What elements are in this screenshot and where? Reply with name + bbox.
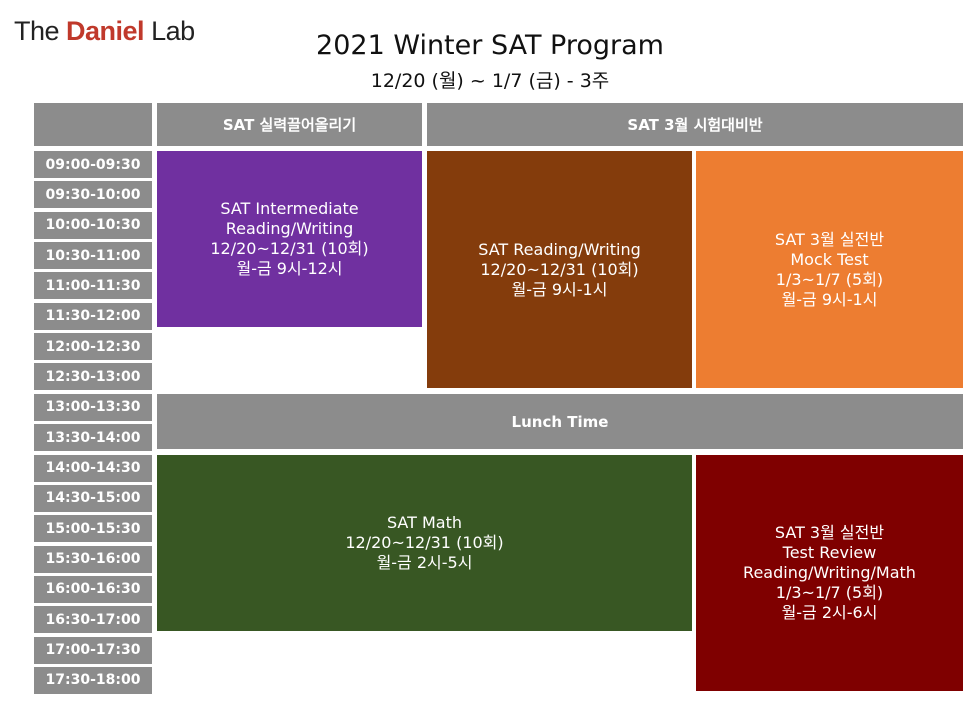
sat-intermediate-block: SAT Intermediate Reading/Writing 12/20~12/…	[157, 151, 422, 327]
block-line: 월-금 2시-6시	[781, 603, 878, 622]
header-march-exam-prep: SAT 3월 시험대비반	[427, 103, 963, 146]
lunch-time-block: Lunch Time	[157, 394, 963, 449]
time-slot: 11:00-11:30	[34, 272, 152, 300]
block-line: SAT Reading/Writing	[478, 239, 641, 259]
block-line: SAT Intermediate	[220, 199, 359, 218]
time-slot: 13:30-14:00	[34, 424, 152, 452]
block-line: Test Review	[782, 543, 877, 562]
block-line: Reading/Writing	[225, 219, 354, 238]
time-slot: 13:00-13:30	[34, 393, 152, 421]
page-title: 2021 Winter SAT Program	[316, 30, 664, 61]
time-slot: 14:00-14:30	[34, 454, 152, 482]
time-slot: 09:30-10:00	[34, 181, 152, 209]
block-line: SAT Math	[386, 513, 463, 532]
block-line: 1/3~1/7 (5회)	[775, 583, 884, 602]
block-line: 월-금 9시-1시	[781, 289, 878, 309]
block-line: 월-금 9시-12시	[236, 259, 343, 278]
block-line: 1/3~1/7 (5회)	[775, 269, 884, 289]
block-line: 월-금 9시-1시	[511, 279, 608, 299]
time-slot: 10:00-10:30	[34, 211, 152, 239]
time-slot: 15:30-16:00	[34, 545, 152, 573]
block-line: SAT 3월 실전반	[774, 229, 885, 249]
block-line: 월-금 2시-5시	[376, 553, 473, 572]
page-subtitle: 12/20 (월) ~ 1/7 (금) - 3주	[370, 70, 610, 92]
block-line: Mock Test	[790, 249, 869, 269]
sat-test-review-block: SAT 3월 실전반 Test Review Reading/Writing/Mat…	[696, 455, 963, 691]
time-slot: 14:30-15:00	[34, 484, 152, 512]
header-blank	[34, 103, 152, 146]
block-line: Lunch Time	[511, 412, 609, 431]
time-slot: 17:30-18:00	[34, 666, 152, 694]
time-slot: 17:00-17:30	[34, 636, 152, 664]
sat-mock-test-block: SAT 3월 실전반 Mock Test 1/3~1/7 (5회) 월-금 9시-1시	[696, 151, 963, 388]
sat-math-block: SAT Math 12/20~12/31 (10회) 월-금 2시-5시	[157, 455, 692, 631]
block-line: Reading/Writing/Math	[743, 563, 916, 582]
time-slot: 10:30-11:00	[34, 242, 152, 270]
sat-reading-writing-block: SAT Reading/Writing 12/20~12/31 (10회) 월-금 …	[427, 151, 692, 388]
block-line: SAT 3월 실전반	[774, 523, 885, 542]
time-slot: 16:30-17:00	[34, 606, 152, 634]
time-slot: 11:30-12:00	[34, 302, 152, 330]
block-line: 12/20~12/31 (10회)	[480, 259, 639, 279]
header-skill-boost: SAT 실력끌어올리기	[157, 103, 422, 146]
time-slot: 09:00-09:30	[34, 151, 152, 178]
block-line: 12/20~12/31 (10회)	[210, 239, 369, 258]
time-slot: 12:30-13:00	[34, 363, 152, 391]
time-slot: 16:00-16:30	[34, 575, 152, 603]
time-slot: 12:00-12:30	[34, 333, 152, 361]
time-slot: 15:00-15:30	[34, 515, 152, 543]
block-line: 12/20~12/31 (10회)	[345, 533, 504, 552]
